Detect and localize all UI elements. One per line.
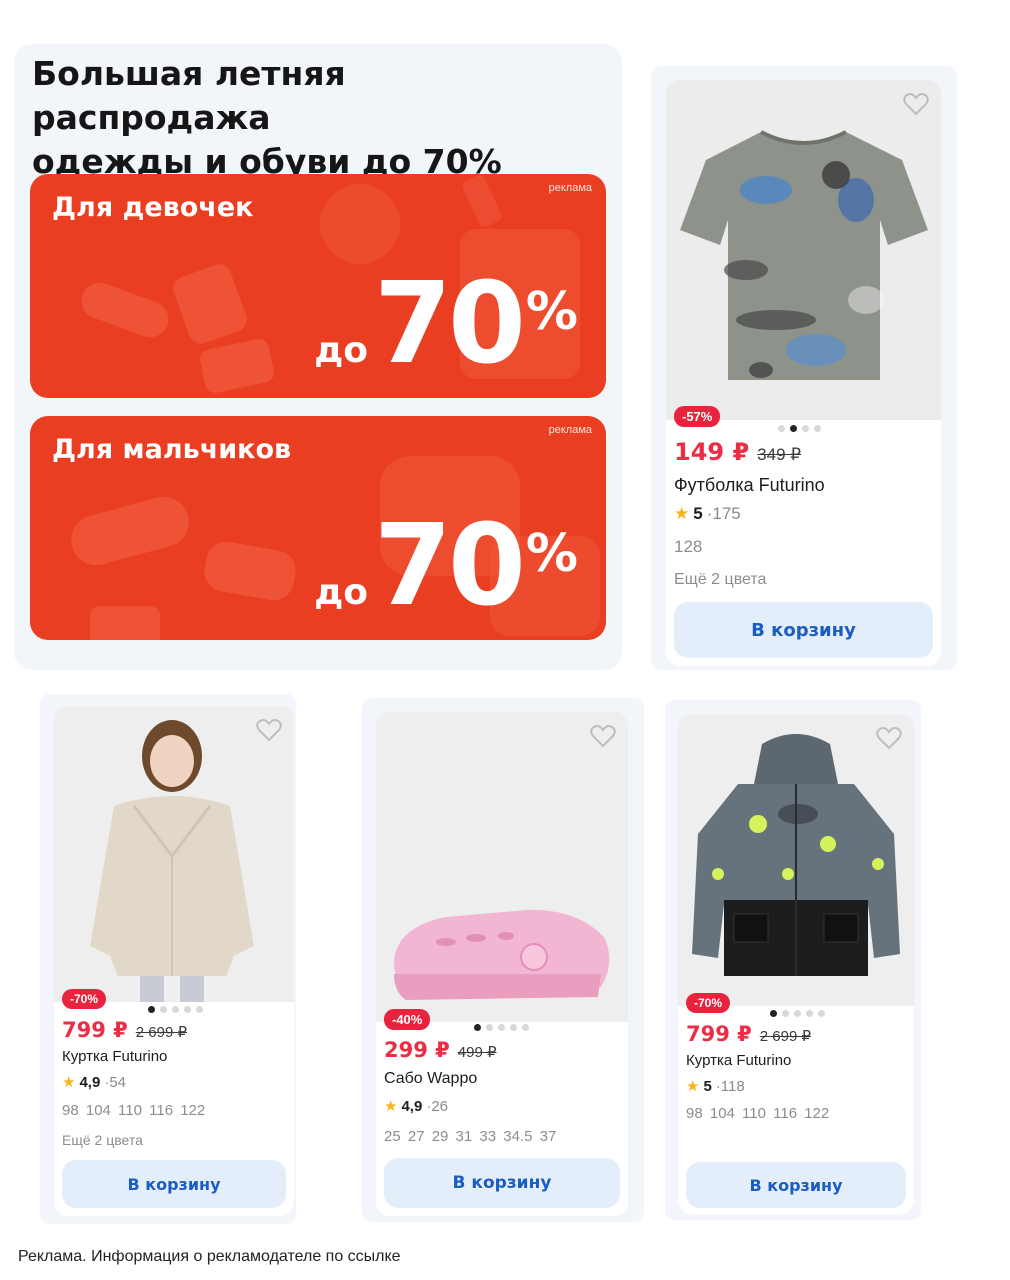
product-photo[interactable] — [666, 80, 941, 420]
discount-label: до 70 % — [314, 268, 578, 380]
review-count: 118 — [720, 1077, 745, 1095]
product-card-clogs[interactable]: -40% 299 ₽ 499 ₽ Сабо Wappo ★ 4,9 ·26 25… — [376, 712, 628, 1216]
product-photo[interactable] — [376, 712, 628, 1022]
ad-label: реклама — [548, 424, 592, 436]
discount-value: 70 — [374, 259, 526, 389]
price: 149 ₽ — [674, 438, 750, 466]
review-count: 26 — [431, 1097, 448, 1115]
more-colors[interactable]: Ещё 2 цвета — [62, 1132, 143, 1148]
star-icon: ★ — [384, 1098, 398, 1115]
price-row: 149 ₽ 349 ₽ — [674, 438, 801, 466]
banner-title: Для девочек — [52, 192, 254, 223]
rating: ★ 4,9 ·54 — [62, 1073, 126, 1092]
ad-disclaimer-link[interactable]: Реклама. Информация о рекламодателе по с… — [18, 1248, 401, 1266]
add-to-cart-button[interactable]: В корзину — [674, 602, 933, 658]
discount-value: 70 — [374, 501, 526, 631]
rating: ★ 5 ·118 — [686, 1077, 745, 1096]
sizes: 25 27 29 31 33 34.5 37 — [384, 1128, 557, 1145]
ad-label: реклама — [548, 182, 592, 194]
price-row: 799 ₽ 2 699 ₽ — [686, 1022, 811, 1046]
price: 299 ₽ — [384, 1038, 450, 1062]
product-card-jacket-girls[interactable]: -70% 799 ₽ 2 699 ₽ Куртка Futurino ★ 4,9… — [54, 706, 294, 1216]
discount-badge: -70% — [686, 993, 731, 1013]
star-icon: ★ — [674, 504, 690, 523]
product-card-tshirt[interactable]: -57% 149 ₽ 349 ₽ Футболка Futurino ★ 5 ·… — [666, 80, 941, 666]
jacket-image — [678, 714, 914, 1006]
add-to-cart-button[interactable]: В корзину — [686, 1162, 906, 1208]
sizes: 128 — [674, 537, 703, 556]
promo-title: Большая летняя распродажа одежды и обуви… — [32, 52, 592, 184]
product-name[interactable]: Куртка Futurino — [686, 1052, 791, 1069]
heart-icon[interactable] — [256, 718, 282, 742]
heart-icon[interactable] — [876, 726, 902, 750]
product-name[interactable]: Сабо Wappo — [384, 1070, 477, 1088]
rating-score: 5 — [703, 1077, 712, 1095]
product-photo[interactable] — [54, 706, 294, 1002]
old-price: 349 ₽ — [757, 445, 802, 464]
add-to-cart-button[interactable]: В корзину — [384, 1158, 620, 1208]
percent-sign: % — [525, 524, 578, 584]
tshirt-image — [666, 80, 941, 420]
product-name[interactable]: Куртка Futurino — [62, 1048, 167, 1065]
sizes: 98 104 110 116 122 — [62, 1102, 206, 1119]
price-row: 799 ₽ 2 699 ₽ — [62, 1018, 187, 1042]
review-count: 175 — [712, 504, 741, 523]
old-price: 2 699 ₽ — [135, 1024, 188, 1041]
review-count: 54 — [109, 1073, 126, 1091]
rating-score: 5 — [693, 504, 703, 523]
old-price: 2 699 ₽ — [759, 1028, 812, 1045]
rating: ★ 4,9 ·26 — [384, 1097, 448, 1116]
percent-sign: % — [525, 282, 578, 342]
price: 799 ₽ — [686, 1022, 752, 1046]
promo-title-line1: Большая летняя распродажа — [32, 54, 346, 137]
image-pager[interactable] — [474, 1024, 529, 1031]
discount-badge: -57% — [674, 406, 721, 427]
product-name[interactable]: Футболка Futurino — [674, 475, 825, 496]
discount-prefix: до — [314, 572, 369, 613]
banner-boys[interactable]: реклама Для мальчиков до 70 % — [30, 416, 606, 640]
image-pager[interactable] — [778, 425, 821, 432]
image-pager[interactable] — [770, 1010, 825, 1017]
discount-badge: -40% — [384, 1009, 431, 1030]
old-price: 499 ₽ — [457, 1044, 497, 1061]
clogs-image — [376, 712, 628, 1022]
product-photo[interactable] — [678, 714, 914, 1006]
rating-score: 4,9 — [401, 1097, 423, 1115]
banner-title: Для мальчиков — [52, 434, 292, 465]
discount-badge: -70% — [62, 989, 107, 1009]
price-row: 299 ₽ 499 ₽ — [384, 1038, 497, 1062]
heart-icon[interactable] — [590, 724, 616, 748]
rating-score: 4,9 — [79, 1073, 101, 1091]
more-colors[interactable]: Ещё 2 цвета — [674, 571, 766, 589]
sizes: 98 104 110 116 122 — [686, 1105, 830, 1122]
discount-prefix: до — [314, 330, 369, 371]
discount-label: до 70 % — [314, 510, 578, 622]
rating: ★ 5 ·175 — [674, 504, 741, 524]
banner-girls[interactable]: реклама Для девочек до 70 % — [30, 174, 606, 398]
price: 799 ₽ — [62, 1018, 128, 1042]
star-icon: ★ — [686, 1078, 700, 1095]
star-icon: ★ — [62, 1074, 76, 1091]
add-to-cart-button[interactable]: В корзину — [62, 1160, 286, 1208]
jacket-image — [54, 706, 294, 1002]
heart-icon[interactable] — [903, 92, 929, 116]
image-pager[interactable] — [148, 1006, 203, 1013]
product-card-jacket-boys[interactable]: -70% 799 ₽ 2 699 ₽ Куртка Futurino ★ 5 ·… — [678, 714, 914, 1214]
